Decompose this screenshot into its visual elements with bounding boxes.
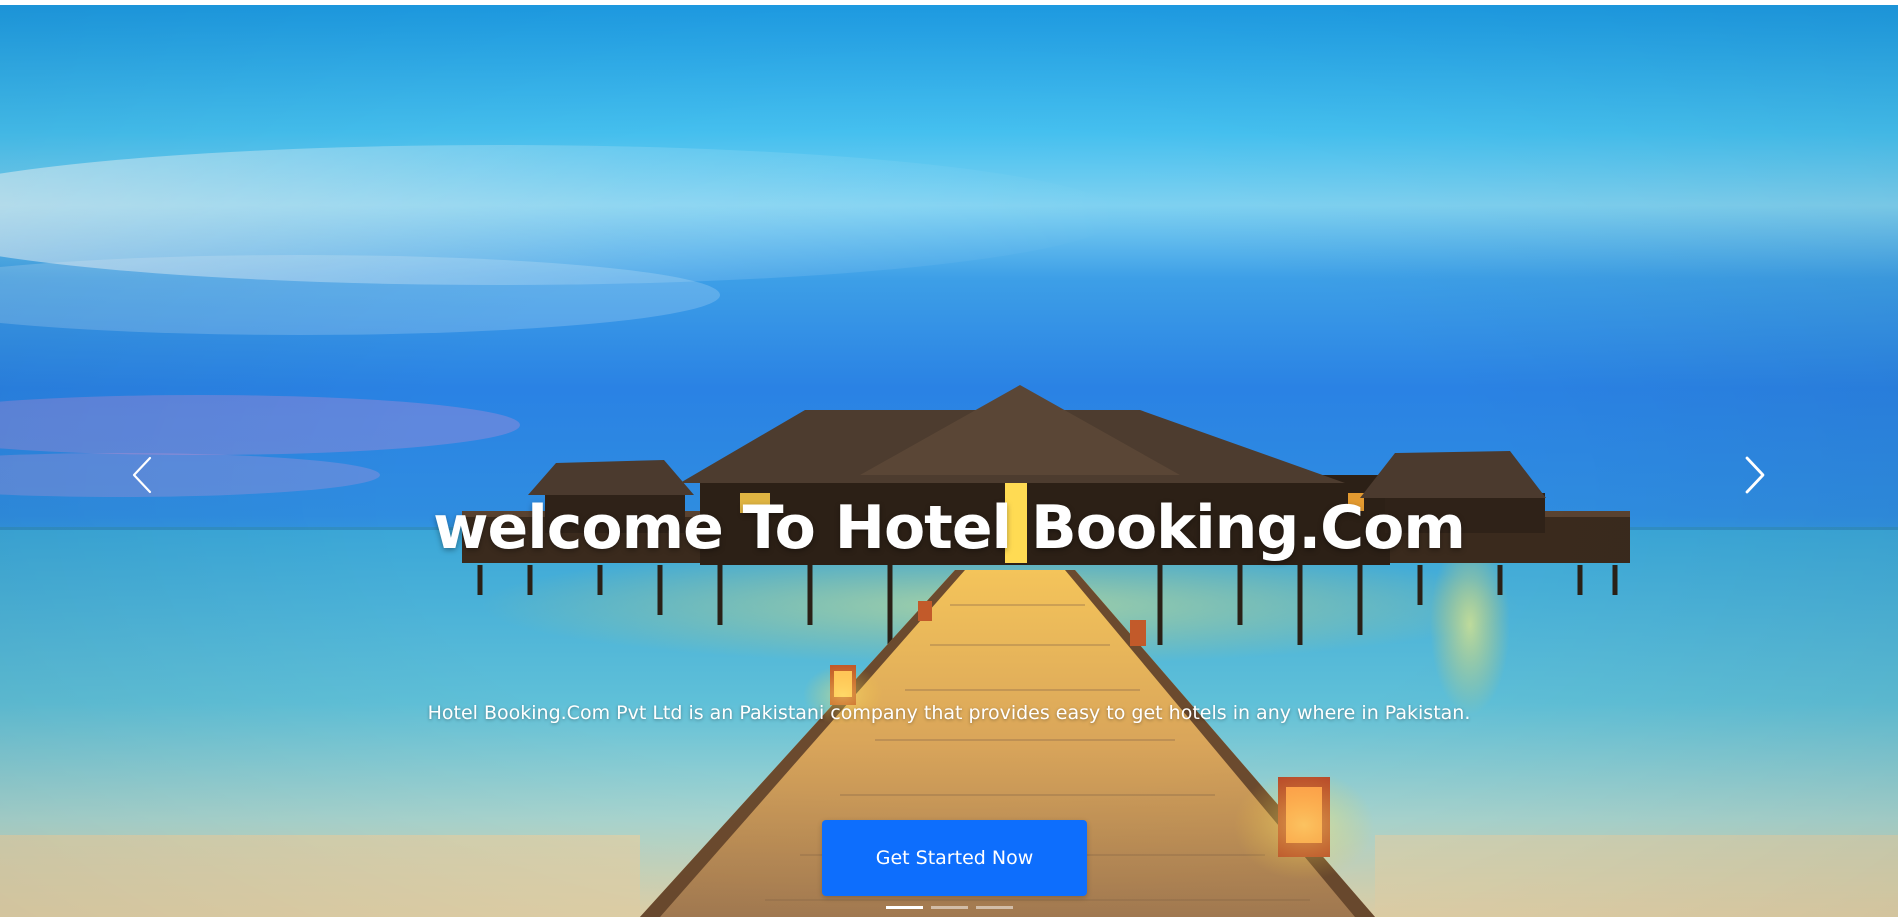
carousel-indicator-2[interactable] xyxy=(930,906,968,909)
hero-title: welcome To Hotel Booking.Com xyxy=(433,493,1466,563)
hero-carousel: welcome To Hotel Booking.Com Hotel Booki… xyxy=(0,5,1898,917)
carousel-indicators xyxy=(0,906,1898,909)
hero-background-image xyxy=(0,145,1898,917)
get-started-button[interactable]: Get Started Now xyxy=(822,820,1087,896)
hero-description: Hotel Booking.Com Pvt Ltd is an Pakistan… xyxy=(427,702,1471,724)
chevron-left-icon xyxy=(132,456,152,494)
carousel-indicator-1[interactable] xyxy=(885,906,923,909)
chevron-right-icon xyxy=(1745,456,1765,494)
carousel-indicator-3[interactable] xyxy=(975,906,1013,909)
